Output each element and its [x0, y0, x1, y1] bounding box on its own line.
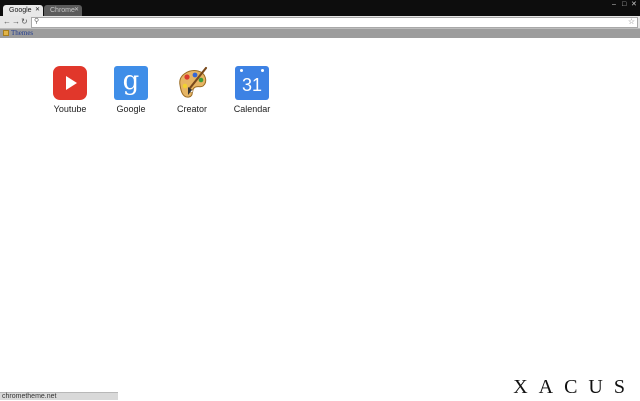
shortcut-youtube[interactable]: Youtube: [40, 66, 100, 114]
status-bar: chrometheme.net: [0, 392, 118, 400]
palette-icon: [175, 66, 209, 100]
shortcut-google[interactable]: g Google: [101, 66, 161, 114]
shortcut-grid: Youtube g Google Creator 31 Calendar: [0, 0, 640, 400]
shortcut-label: Calendar: [233, 104, 271, 114]
theme-branding: XACUS: [513, 376, 636, 398]
shortcut-label: Youtube: [53, 104, 87, 114]
google-icon: g: [114, 66, 148, 100]
calendar-icon: 31: [235, 66, 269, 100]
shortcut-creator[interactable]: Creator: [162, 66, 222, 114]
shortcut-calendar[interactable]: 31 Calendar: [222, 66, 282, 114]
shortcut-label: Creator: [176, 104, 207, 114]
youtube-icon: [53, 66, 87, 100]
shortcut-label: Google: [116, 104, 146, 114]
